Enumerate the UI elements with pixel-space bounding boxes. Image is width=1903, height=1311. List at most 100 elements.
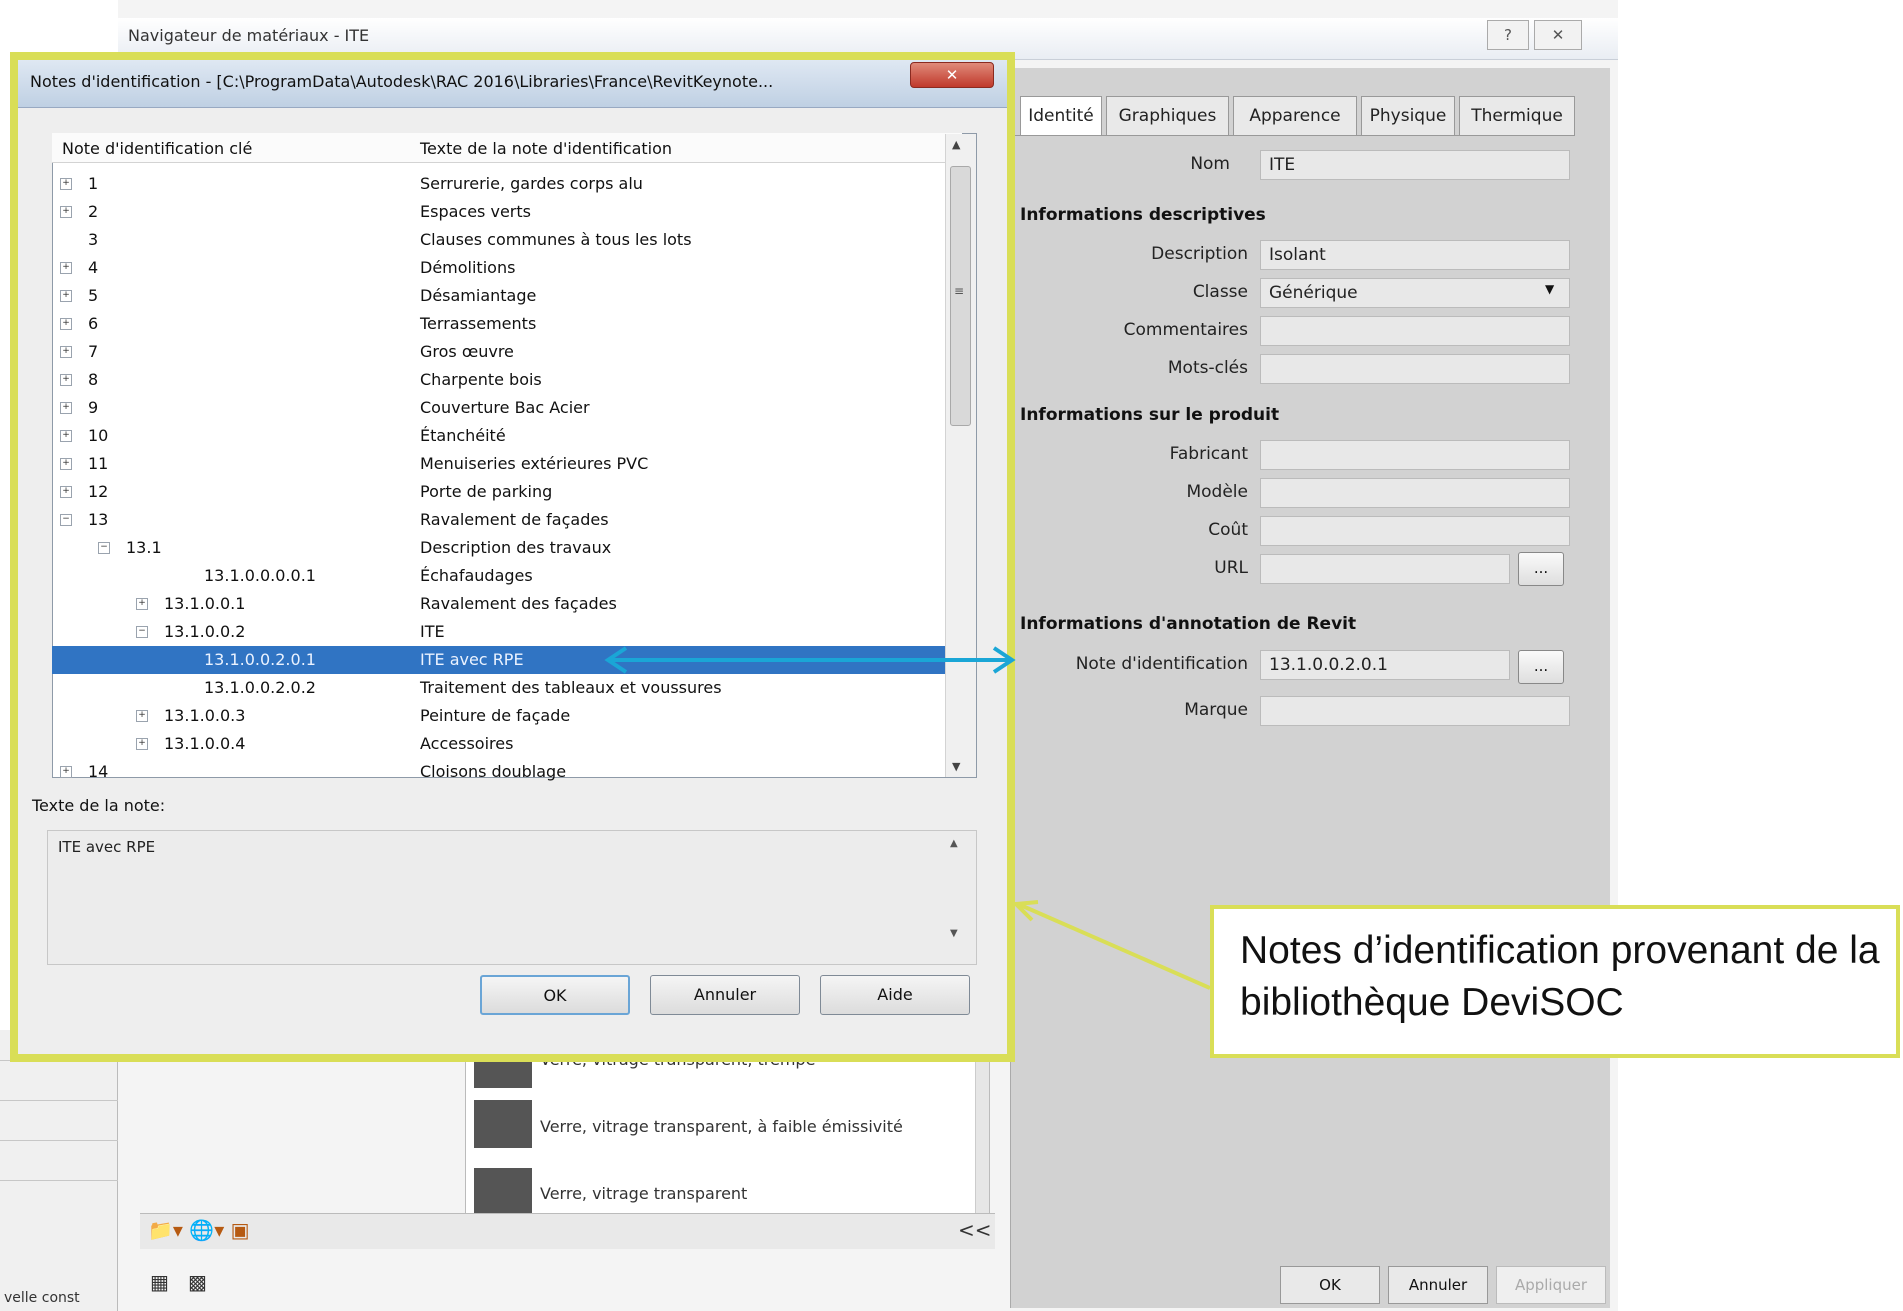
tree-row-text: Serrurerie, gardes corps alu <box>420 174 643 193</box>
model-field[interactable] <box>1260 478 1570 508</box>
scroll-up-icon[interactable]: ▲ <box>950 838 958 849</box>
class-select[interactable]: Générique <box>1260 278 1570 308</box>
expand-toggle-icon[interactable]: + <box>60 262 72 274</box>
tree-row-key: 7 <box>88 342 99 361</box>
tree-row-text: Espaces verts <box>420 202 531 221</box>
tree-row[interactable]: − 13 Ravalement de façades <box>52 506 945 534</box>
tree-row-key: 6 <box>88 314 99 333</box>
tree-row-key: 8 <box>88 370 99 389</box>
tree-row-text: Démolitions <box>420 258 516 277</box>
ok-button[interactable]: OK <box>1280 1266 1380 1304</box>
url-browse-button[interactable]: ... <box>1518 552 1564 586</box>
expand-toggle-icon[interactable]: − <box>98 542 110 554</box>
expand-toggle-icon[interactable]: + <box>60 486 72 498</box>
callout-pointer-line <box>1017 902 1210 990</box>
link-arrow <box>604 646 1016 674</box>
tree-row-text: ITE <box>420 622 445 641</box>
tree-row[interactable]: +9 Couverture Bac Acier <box>52 394 945 422</box>
expand-toggle-icon[interactable]: + <box>136 710 148 722</box>
tree-row[interactable]: 13.1.0.0.2.0.2 Traitement des tableaux et… <box>52 674 945 702</box>
expand-toggle-icon[interactable]: + <box>60 290 72 302</box>
tree-row[interactable]: +2 Espaces verts <box>52 198 945 226</box>
tree-row[interactable]: +12 Porte de parking <box>52 478 945 506</box>
tree-row[interactable]: 3 Clauses communes à tous les lots <box>52 226 945 254</box>
tab-physical[interactable]: Physique <box>1361 96 1455 136</box>
callout-text: Notes d’identification provenant de la b… <box>1240 929 1880 1024</box>
tree-row-key: 4 <box>88 258 99 277</box>
dialog-cancel-button[interactable]: Annuler <box>650 975 800 1015</box>
collapse-library-button[interactable]: << <box>958 1218 992 1242</box>
tab-appearance[interactable]: Apparence <box>1233 96 1357 136</box>
dialog-help-button[interactable]: Aide <box>820 975 970 1015</box>
tab-identity[interactable]: Identité <box>1020 96 1102 136</box>
comments-field[interactable] <box>1260 316 1570 346</box>
apply-button[interactable]: Appliquer <box>1496 1266 1606 1304</box>
tree-row[interactable]: 13.1.0.0.0.0.1 Échafaudages <box>52 562 945 590</box>
tree-row[interactable]: +8 Charpente bois <box>52 366 945 394</box>
footer-icons[interactable]: ▦ ▩ <box>150 1270 207 1294</box>
close-button[interactable]: ✕ <box>1534 20 1582 50</box>
tab-graphics[interactable]: Graphiques <box>1106 96 1229 136</box>
help-button[interactable]: ? <box>1487 20 1529 50</box>
expand-toggle-icon[interactable]: + <box>60 206 72 218</box>
tree-row-key: 14 <box>88 762 109 781</box>
expand-toggle-icon[interactable]: − <box>60 514 72 526</box>
expand-toggle-icon[interactable]: + <box>60 374 72 386</box>
cost-field[interactable] <box>1260 516 1570 546</box>
material-thumbnail[interactable] <box>474 1168 532 1216</box>
keywords-label: Mots-clés <box>1167 358 1248 378</box>
description-field[interactable]: Isolant <box>1260 240 1570 270</box>
dialog-ok-button[interactable]: OK <box>480 975 630 1015</box>
note-text-box[interactable] <box>47 830 977 965</box>
section-product-info: Informations sur le produit <box>1020 405 1280 425</box>
cost-label: Coût <box>1208 520 1248 540</box>
keynote-browse-button[interactable]: ... <box>1518 650 1564 684</box>
expand-toggle-icon[interactable]: + <box>60 178 72 190</box>
scroll-down-icon[interactable]: ▼ <box>952 760 960 773</box>
column-header-key[interactable]: Note d'identification clé <box>62 139 252 158</box>
tree-row[interactable]: +4 Démolitions <box>52 254 945 282</box>
library-toolbar <box>140 1213 995 1249</box>
keywords-field[interactable] <box>1260 354 1570 384</box>
tree-row[interactable]: +7 Gros œuvre <box>52 338 945 366</box>
keynote-field[interactable]: 13.1.0.0.2.0.1 <box>1260 650 1510 680</box>
expand-toggle-icon[interactable]: + <box>60 766 72 778</box>
manufacturer-field[interactable] <box>1260 440 1570 470</box>
tree-row[interactable]: − 13.1 Description des travaux <box>52 534 945 562</box>
material-thumbnail[interactable] <box>474 1100 532 1148</box>
tree-row[interactable]: +1 Serrurerie, gardes corps alu <box>52 170 945 198</box>
expand-toggle-icon[interactable]: + <box>60 346 72 358</box>
scroll-down-icon[interactable]: ▼ <box>950 928 958 939</box>
expand-toggle-icon[interactable]: − <box>136 626 148 638</box>
chevron-down-icon[interactable]: ▼ <box>1545 282 1554 296</box>
expand-toggle-icon[interactable]: + <box>60 458 72 470</box>
tree-row[interactable]: +14 Cloisons doublage <box>52 758 945 786</box>
tree-row[interactable]: +11 Menuiseries extérieures PVC <box>52 450 945 478</box>
tree-row[interactable]: +5 Désamiantage <box>52 282 945 310</box>
tree-row[interactable]: +6 Terrassements <box>52 310 945 338</box>
tree-row-key: 2 <box>88 202 99 221</box>
tree-row-key: 13 <box>88 510 109 529</box>
tab-thermal[interactable]: Thermique <box>1459 96 1575 136</box>
name-field[interactable]: ITE <box>1260 150 1570 180</box>
expand-toggle-icon[interactable]: + <box>136 738 148 750</box>
library-toolbar-icons[interactable]: 📁▾ 🌐▾ ▣ <box>148 1218 250 1242</box>
material-item-label[interactable]: Verre, vitrage transparent, à faible émi… <box>540 1117 903 1136</box>
dialog-close-button[interactable]: ✕ <box>910 62 994 88</box>
tree-row[interactable]: − 13.1.0.0.2 ITE <box>52 618 945 646</box>
expand-toggle-icon[interactable]: + <box>60 318 72 330</box>
expand-toggle-icon[interactable]: + <box>60 402 72 414</box>
tree-row[interactable]: +13.1.0.0.3 Peinture de façade <box>52 702 945 730</box>
tree-row[interactable]: +13.1.0.0.4 Accessoires <box>52 730 945 758</box>
cancel-button[interactable]: Annuler <box>1388 1266 1488 1304</box>
expand-toggle-icon[interactable]: + <box>60 430 72 442</box>
expand-toggle-icon[interactable]: + <box>136 598 148 610</box>
material-item-label[interactable]: Verre, vitrage transparent <box>540 1184 747 1203</box>
scroll-up-icon[interactable]: ▲ <box>952 138 960 151</box>
tree-row-text: Menuiseries extérieures PVC <box>420 454 649 473</box>
column-header-text[interactable]: Texte de la note d'identification <box>420 139 672 158</box>
url-field[interactable] <box>1260 554 1510 584</box>
tree-row[interactable]: +13.1.0.0.1 Ravalement des façades <box>52 590 945 618</box>
tree-row[interactable]: +10 Étanchéité <box>52 422 945 450</box>
mark-field[interactable] <box>1260 696 1570 726</box>
